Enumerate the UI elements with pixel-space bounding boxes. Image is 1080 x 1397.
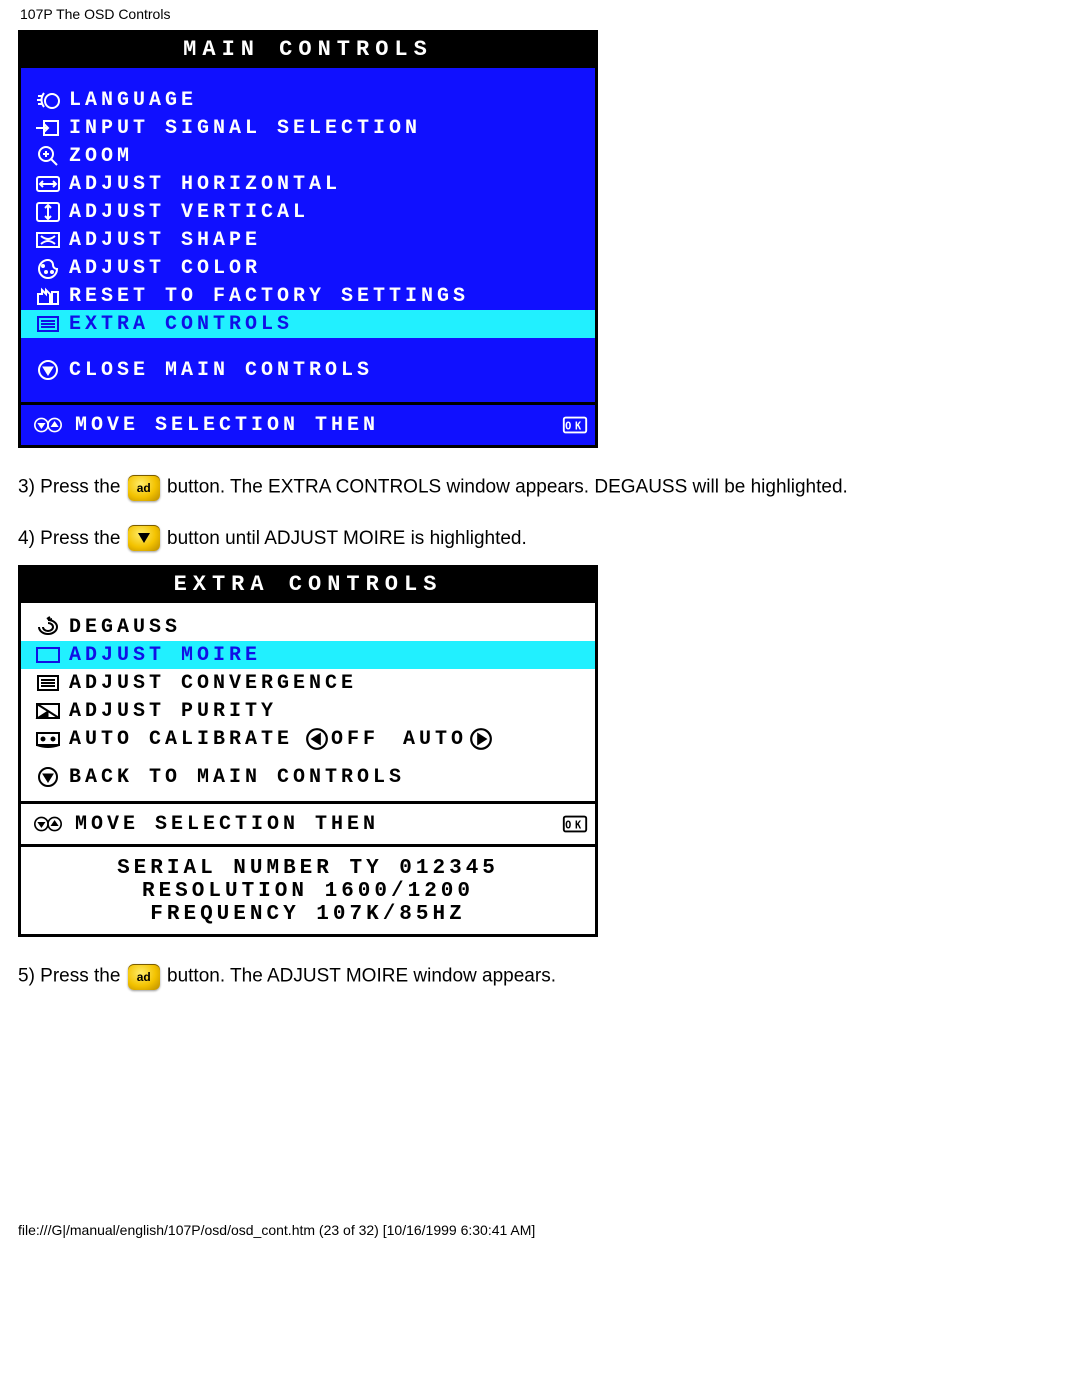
menu-item-adjust-color[interactable]: ADJUST COLOR [21, 254, 595, 282]
step-3-suffix: button. The EXTRA CONTROLS window appear… [167, 477, 848, 498]
osd-extra-footer: MOVE SELECTION THEN OK [21, 804, 595, 844]
menu-item-adjust-horizontal[interactable]: ADJUST HORIZONTAL [21, 170, 595, 198]
ok-button-icon: ad [128, 963, 160, 990]
menu-label: RESET TO FACTORY SETTINGS [69, 285, 589, 308]
list-icon [27, 312, 69, 336]
menu-item-close[interactable]: CLOSE MAIN CONTROLS [21, 356, 595, 384]
info-resolution: RESOLUTION 1600/1200 [21, 880, 595, 903]
menu-label: ADJUST COLOR [69, 257, 589, 280]
calibrate-auto: AUTO [403, 728, 467, 751]
osd-extra-title: EXTRA CONTROLS [21, 568, 595, 603]
menu-label: ADJUST PURITY [69, 700, 589, 723]
menu-item-degauss[interactable]: DEGAUSS [21, 613, 595, 641]
language-icon [27, 88, 69, 112]
menu-item-auto-calibrate[interactable]: AUTO CALIBRATE OFF AUTO [21, 725, 595, 753]
menu-label: LANGUAGE [69, 89, 589, 112]
menu-label: ZOOM [69, 145, 589, 168]
moire-icon [27, 643, 69, 667]
osd-main-footer: MOVE SELECTION THEN OK [21, 402, 595, 445]
osd-extra-controls: EXTRA CONTROLS DEGAUSS ADJUST MOIRE ADJU… [18, 565, 598, 937]
menu-item-back[interactable]: BACK TO MAIN CONTROLS [21, 763, 595, 791]
footer-text: MOVE SELECTION THEN [75, 813, 561, 836]
step-4-suffix: button until ADJUST MOIRE is highlighted… [167, 528, 527, 549]
down-circle-icon [27, 765, 69, 789]
menu-label: ADJUST SHAPE [69, 229, 589, 252]
page-footer: file:///G|/manual/english/107P/osd/osd_c… [0, 1002, 1080, 1248]
arrow-right-circle-icon [467, 727, 495, 751]
menu-item-adjust-convergence[interactable]: ADJUST CONVERGENCE [21, 669, 595, 697]
ok-icon: OK [561, 812, 589, 836]
info-block: SERIAL NUMBER TY 012345 RESOLUTION 1600/… [21, 847, 595, 934]
svg-text:OK: OK [565, 820, 585, 832]
menu-label: INPUT SIGNAL SELECTION [69, 117, 589, 140]
step-5-prefix: 5) Press the [18, 966, 120, 987]
color-icon [27, 256, 69, 280]
menu-item-reset-factory[interactable]: RESET TO FACTORY SETTINGS [21, 282, 595, 310]
vertical-icon [27, 200, 69, 224]
menu-item-adjust-shape[interactable]: ADJUST SHAPE [21, 226, 595, 254]
arrow-left-circle-icon [303, 727, 331, 751]
info-serial: SERIAL NUMBER TY 012345 [21, 857, 595, 880]
input-icon [27, 116, 69, 140]
factory-icon [27, 284, 69, 308]
menu-label: CLOSE MAIN CONTROLS [69, 359, 589, 382]
menu-item-extra-controls[interactable]: EXTRA CONTROLS [21, 310, 595, 338]
info-frequency: FREQUENCY 107K/85HZ [21, 903, 595, 926]
step-4: 4) Press the button until ADJUST MOIRE i… [0, 513, 1080, 565]
updown-icon [27, 413, 69, 437]
step-3: 3) Press the ad button. The EXTRA CONTRO… [0, 462, 1080, 513]
ok-button-icon: ad [128, 474, 160, 501]
convergence-icon [27, 671, 69, 695]
menu-label: DEGAUSS [69, 616, 589, 639]
step-3-prefix: 3) Press the [18, 477, 120, 498]
page-header: 107P The OSD Controls [0, 0, 1080, 30]
horizontal-icon [27, 172, 69, 196]
menu-item-adjust-purity[interactable]: ADJUST PURITY [21, 697, 595, 725]
down-circle-icon [27, 358, 69, 382]
menu-label: ADJUST MOIRE [69, 644, 589, 667]
purity-icon [27, 699, 69, 723]
menu-label: BACK TO MAIN CONTROLS [69, 766, 589, 789]
menu-item-adjust-vertical[interactable]: ADJUST VERTICAL [21, 198, 595, 226]
calibrate-icon [27, 727, 69, 751]
down-button-icon [128, 525, 160, 553]
osd-main-title: MAIN CONTROLS [21, 33, 595, 68]
footer-text: MOVE SELECTION THEN [75, 414, 561, 437]
zoom-icon [27, 144, 69, 168]
menu-item-input-signal[interactable]: INPUT SIGNAL SELECTION [21, 114, 595, 142]
menu-item-zoom[interactable]: ZOOM [21, 142, 595, 170]
menu-label: EXTRA CONTROLS [69, 313, 589, 336]
updown-icon [27, 812, 69, 836]
step-5: 5) Press the ad button. The ADJUST MOIRE… [0, 951, 1080, 1002]
menu-label: ADJUST HORIZONTAL [69, 173, 589, 196]
ok-icon: OK [561, 413, 589, 437]
calibrate-label: AUTO CALIBRATE [69, 728, 293, 751]
osd-main-controls: MAIN CONTROLS LANGUAGE INPUT SIGNAL SELE… [18, 30, 598, 448]
step-4-prefix: 4) Press the [18, 528, 120, 549]
menu-label: ADJUST CONVERGENCE [69, 672, 589, 695]
step-5-suffix: button. The ADJUST MOIRE window appears. [167, 966, 556, 987]
svg-text:OK: OK [565, 421, 585, 433]
menu-label: ADJUST VERTICAL [69, 201, 589, 224]
shape-icon [27, 228, 69, 252]
calibrate-off: OFF [331, 728, 379, 751]
menu-item-language[interactable]: LANGUAGE [21, 86, 595, 114]
menu-item-adjust-moire[interactable]: ADJUST MOIRE [21, 641, 595, 669]
degauss-icon [27, 615, 69, 639]
